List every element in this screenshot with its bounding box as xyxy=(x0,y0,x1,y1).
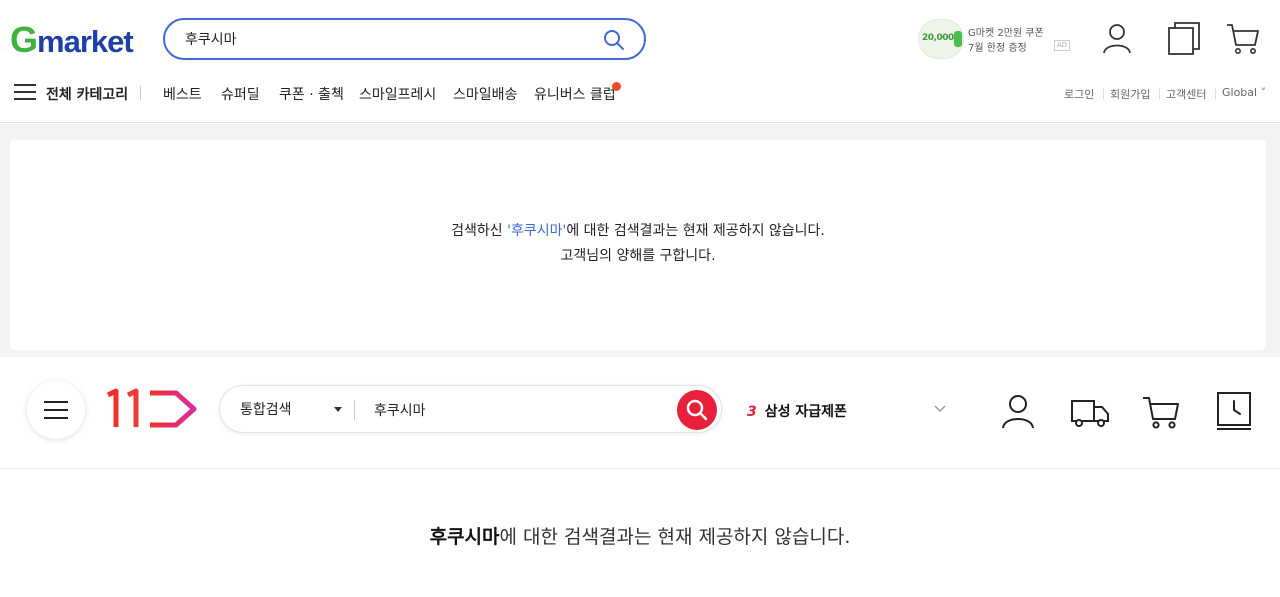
gmarket-result-area: 검색하신 '후쿠시마'에 대한 검색결과는 현재 제공하지 않습니다. 고객님의… xyxy=(0,124,1280,357)
user-icon[interactable] xyxy=(1099,20,1135,56)
nav-item-smilefresh[interactable]: 스마일프레시 xyxy=(359,84,436,104)
st11-search-input[interactable] xyxy=(374,399,674,421)
trending-keyword[interactable]: 3 삼성 자급제폰 xyxy=(747,401,847,421)
coupon-icon xyxy=(954,31,962,47)
chevron-down-icon[interactable] xyxy=(334,407,342,412)
search-button[interactable] xyxy=(677,390,717,430)
nav-all-categories[interactable]: 전체 카테고리 xyxy=(46,84,128,104)
user-icon[interactable] xyxy=(998,391,1038,431)
message-query: 후쿠시마 xyxy=(429,526,500,548)
search-divider xyxy=(354,400,355,420)
promo-line1: G마켓 2만원 쿠폰 xyxy=(968,28,1044,39)
menu-icon-line xyxy=(44,409,68,411)
recent-clock-icon[interactable] xyxy=(1215,391,1255,431)
menu-icon-line xyxy=(44,401,68,403)
nav-item-universe-club[interactable]: 유니버스 클럽 xyxy=(534,84,616,104)
search-icon xyxy=(686,399,708,421)
signup-link[interactable]: 회원가입 xyxy=(1110,86,1150,102)
message-suffix: 에 대한 검색결과는 현재 제공하지 않습니다. xyxy=(499,526,851,548)
util-divider xyxy=(1159,88,1160,99)
menu-button[interactable] xyxy=(27,381,85,439)
util-divider xyxy=(1215,88,1216,99)
gmarket-nav: 전체 카테고리 베스트 슈퍼딜 쿠폰 · 출첵 스마일프레시 스마일배송 유니버… xyxy=(0,78,1280,110)
promo-line2: 7월 한정 증정 xyxy=(968,43,1027,54)
message-suffix: 에 대한 검색결과는 현재 제공하지 않습니다. xyxy=(566,223,825,239)
gmarket-search-input[interactable] xyxy=(185,28,585,50)
gmarket-no-result-card: 검색하신 '후쿠시마'에 대한 검색결과는 현재 제공하지 않습니다. 고객님의… xyxy=(10,140,1266,350)
coupon-amount: 20,000 xyxy=(922,33,954,43)
cart-icon[interactable] xyxy=(1225,20,1261,56)
menu-icon-line xyxy=(44,417,68,419)
st11-no-result-message: 후쿠시마에 대한 검색결과는 현재 제공하지 않습니다. xyxy=(0,522,1280,549)
nav-divider xyxy=(140,86,141,100)
customer-center-link[interactable]: 고객센터 xyxy=(1166,86,1206,102)
truck-icon[interactable] xyxy=(1070,391,1110,431)
no-result-apology: 고객님의 양해를 구합니다. xyxy=(560,248,716,264)
st11-header: 통합검색 3 삼성 자급제폰 xyxy=(0,357,1280,469)
trending-rank: 3 xyxy=(747,404,757,420)
search-icon[interactable] xyxy=(602,28,626,52)
st11-search-box: 통합검색 xyxy=(219,385,722,433)
no-result-message: 검색하신 '후쿠시마'에 대한 검색결과는 현재 제공하지 않습니다. xyxy=(10,220,1266,240)
chevron-down-icon[interactable] xyxy=(934,405,946,413)
cart-icon[interactable] xyxy=(1141,391,1181,431)
nav-item-coupon[interactable]: 쿠폰 · 출첵 xyxy=(279,84,344,104)
new-badge-icon xyxy=(612,82,621,91)
recent-items-icon[interactable] xyxy=(1166,20,1202,56)
global-link[interactable]: Global ˅ xyxy=(1222,86,1266,99)
search-scope-select[interactable]: 통합검색 xyxy=(240,399,292,419)
message-prefix: 검색하신 xyxy=(451,223,508,239)
ad-badge: AD xyxy=(1054,40,1071,51)
trending-text: 삼성 자급제폰 xyxy=(764,404,847,420)
nav-item-best[interactable]: 베스트 xyxy=(163,84,202,104)
gmarket-logo[interactable]: Gmarket xyxy=(10,19,134,60)
coupon-badge: 20,000 xyxy=(918,19,964,59)
st11-result-area: 후쿠시마에 대한 검색결과는 현재 제공하지 않습니다. xyxy=(0,470,1280,597)
util-divider xyxy=(1103,88,1104,99)
menu-icon[interactable] xyxy=(14,84,36,102)
st11-logo[interactable] xyxy=(106,387,200,431)
gmarket-search-box xyxy=(163,18,646,60)
message-query: '후쿠시마' xyxy=(507,223,567,239)
gmarket-logo-g: G xyxy=(10,19,38,60)
gmarket-header: Gmarket 20,000 G마켓 2만원 쿠폰 7월 한정 증정 AD 전체… xyxy=(0,0,1280,123)
login-link[interactable]: 로그인 xyxy=(1064,86,1094,102)
nav-item-smiledelivery[interactable]: 스마일배송 xyxy=(453,84,517,104)
gmarket-logo-text: market xyxy=(37,24,134,59)
nav-item-superdeal[interactable]: 슈퍼딜 xyxy=(221,84,260,104)
coupon-promo-banner[interactable]: 20,000 G마켓 2만원 쿠폰 7월 한정 증정 AD xyxy=(918,18,1071,60)
